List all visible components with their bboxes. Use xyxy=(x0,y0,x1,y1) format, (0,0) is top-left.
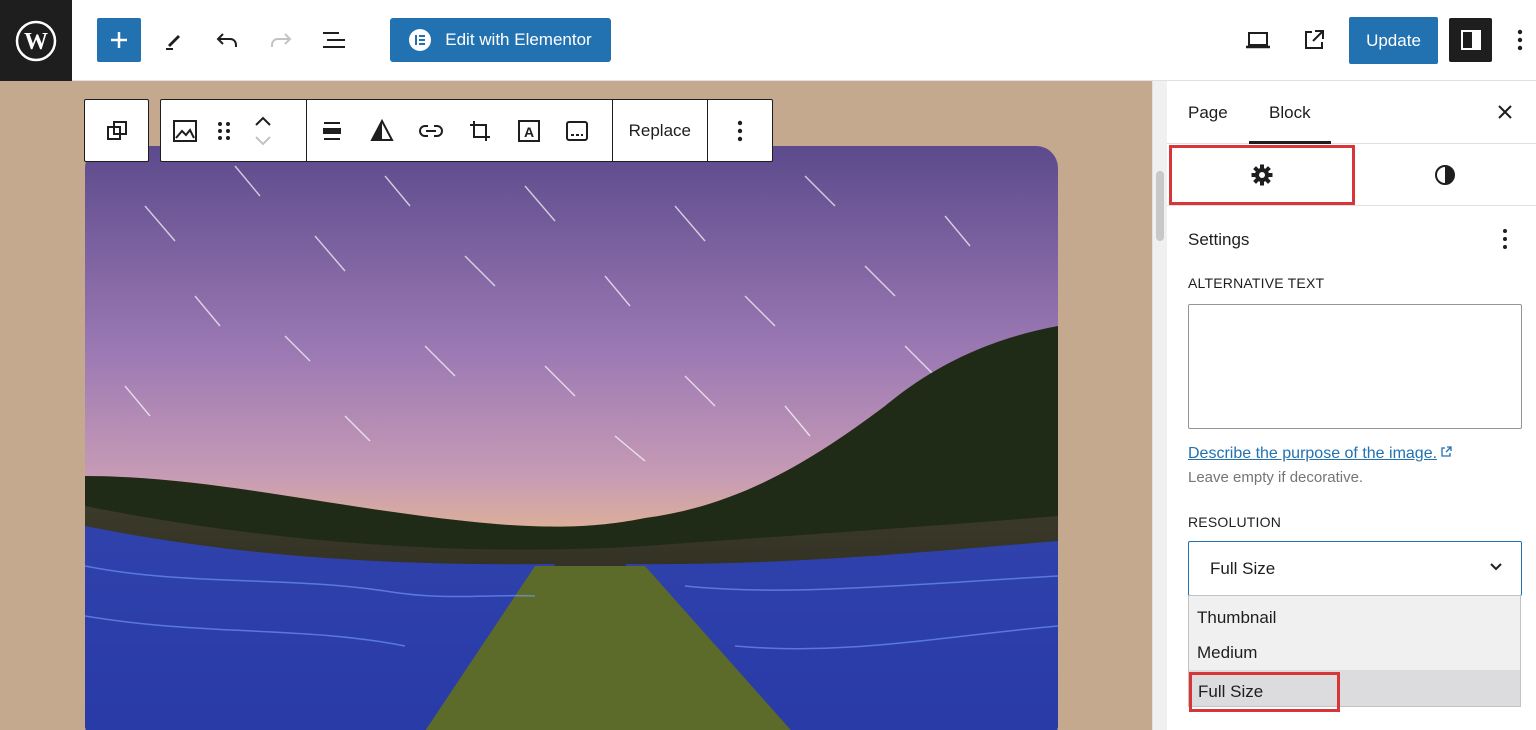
alt-text-label: ALTERNATIVE TEXT xyxy=(1188,275,1325,291)
half-circle-icon xyxy=(1434,165,1455,185)
wordpress-logo-icon[interactable]: W xyxy=(0,0,72,81)
caption-button[interactable] xyxy=(553,100,601,161)
sidebar-toggle-icon xyxy=(1460,30,1481,50)
crop-icon xyxy=(469,120,490,141)
update-label: Update xyxy=(1366,30,1421,50)
move-up-icon[interactable] xyxy=(254,116,272,126)
laptop-preview-icon xyxy=(1246,32,1270,49)
align-button[interactable] xyxy=(307,100,357,161)
svg-text:W: W xyxy=(24,29,48,55)
elementor-icon xyxy=(409,29,432,51)
undo-icon xyxy=(216,33,237,47)
alt-text-input[interactable] xyxy=(1188,304,1522,429)
settings-sidebar-toggle[interactable] xyxy=(1449,18,1492,62)
panel-title: Settings xyxy=(1188,230,1250,249)
resolution-options-list: Thumbnail Medium Full Size xyxy=(1188,595,1521,712)
update-button[interactable]: Update xyxy=(1349,17,1438,64)
close-icon[interactable] xyxy=(1494,101,1516,123)
settings-sidebar: Page Block Settings ALTERNATIVE TEXT Des… xyxy=(1167,81,1536,730)
tab-settings[interactable] xyxy=(1169,145,1355,205)
tools-button[interactable] xyxy=(154,18,194,62)
tab-page[interactable]: Page xyxy=(1188,103,1228,123)
alt-text-help-link[interactable]: Describe the purpose of the image. xyxy=(1188,445,1452,463)
image-block[interactable] xyxy=(85,146,1058,730)
redo-button[interactable] xyxy=(261,18,301,62)
night-sky-field-image xyxy=(85,146,1058,730)
more-vertical-icon xyxy=(1517,29,1523,51)
crop-button[interactable] xyxy=(455,100,505,161)
duplicate-icon xyxy=(106,120,127,140)
panel-options-button[interactable] xyxy=(1494,226,1516,252)
move-down-icon[interactable] xyxy=(254,135,272,146)
text-over-image-icon: A xyxy=(517,119,540,142)
edit-with-elementor-button[interactable]: Edit with Elementor xyxy=(390,18,611,62)
replace-label: Replace xyxy=(628,120,691,140)
replace-button[interactable]: Replace xyxy=(613,100,707,161)
svg-text:A: A xyxy=(524,124,534,140)
image-icon xyxy=(173,119,197,142)
external-link-icon xyxy=(1305,30,1324,49)
preview-button[interactable] xyxy=(1238,18,1278,62)
resolution-selected-value: Full Size xyxy=(1210,558,1276,578)
alt-text-help-text: Leave empty if decorative. xyxy=(1188,469,1364,486)
block-toolbar: A Replace xyxy=(160,99,773,162)
redo-icon xyxy=(271,33,292,47)
drag-handle-icon xyxy=(218,121,230,140)
resolution-select[interactable]: Full Size xyxy=(1188,541,1522,596)
options-button[interactable] xyxy=(1510,18,1530,62)
resolution-option-full-size-row[interactable]: Full Size xyxy=(1189,670,1520,712)
chevron-down-icon xyxy=(1490,563,1502,571)
gear-icon xyxy=(1251,164,1273,186)
view-post-button[interactable] xyxy=(1294,18,1334,62)
external-link-icon xyxy=(1441,446,1452,457)
sidebar-tabs: Page Block xyxy=(1167,81,1536,144)
duotone-icon xyxy=(369,118,394,141)
edit-with-elementor-label: Edit with Elementor xyxy=(445,30,592,49)
caption-icon xyxy=(565,120,588,141)
block-inspector-tabs xyxy=(1167,144,1536,206)
align-icon xyxy=(322,121,341,140)
more-vertical-icon xyxy=(1503,229,1507,249)
list-view-icon xyxy=(323,32,345,48)
editor-top-bar: W Edit with Elementor Update xyxy=(0,0,1536,81)
alt-text-help-link-label: Describe the purpose of the image. xyxy=(1188,445,1438,462)
pencil-icon xyxy=(166,35,180,50)
plus-icon xyxy=(111,32,127,48)
tab-styles[interactable] xyxy=(1353,145,1536,205)
link-icon xyxy=(418,124,443,137)
tab-block[interactable]: Block xyxy=(1269,103,1311,123)
resolution-option-thumbnail[interactable]: Thumbnail xyxy=(1197,608,1276,628)
duotone-button[interactable] xyxy=(357,100,407,161)
move-block-buttons xyxy=(239,100,287,161)
more-vertical-icon xyxy=(737,120,743,141)
scroll-thumb[interactable] xyxy=(1156,171,1164,241)
list-view-button[interactable] xyxy=(314,18,354,62)
undo-button[interactable] xyxy=(207,18,247,62)
canvas-scrollbar[interactable] xyxy=(1152,81,1167,730)
add-block-button[interactable] xyxy=(97,18,141,62)
block-options-button[interactable] xyxy=(708,100,772,161)
resolution-option-medium[interactable]: Medium xyxy=(1197,643,1257,663)
editor-canvas: A Replace xyxy=(0,81,1152,730)
text-over-image-button[interactable]: A xyxy=(505,100,553,161)
resolution-option-full-size[interactable]: Full Size xyxy=(1189,672,1340,712)
select-parent-button[interactable] xyxy=(84,99,149,162)
drag-handle[interactable] xyxy=(209,100,239,161)
block-type-image-button[interactable] xyxy=(161,100,209,161)
resolution-label: RESOLUTION xyxy=(1188,514,1282,530)
link-button[interactable] xyxy=(407,100,455,161)
